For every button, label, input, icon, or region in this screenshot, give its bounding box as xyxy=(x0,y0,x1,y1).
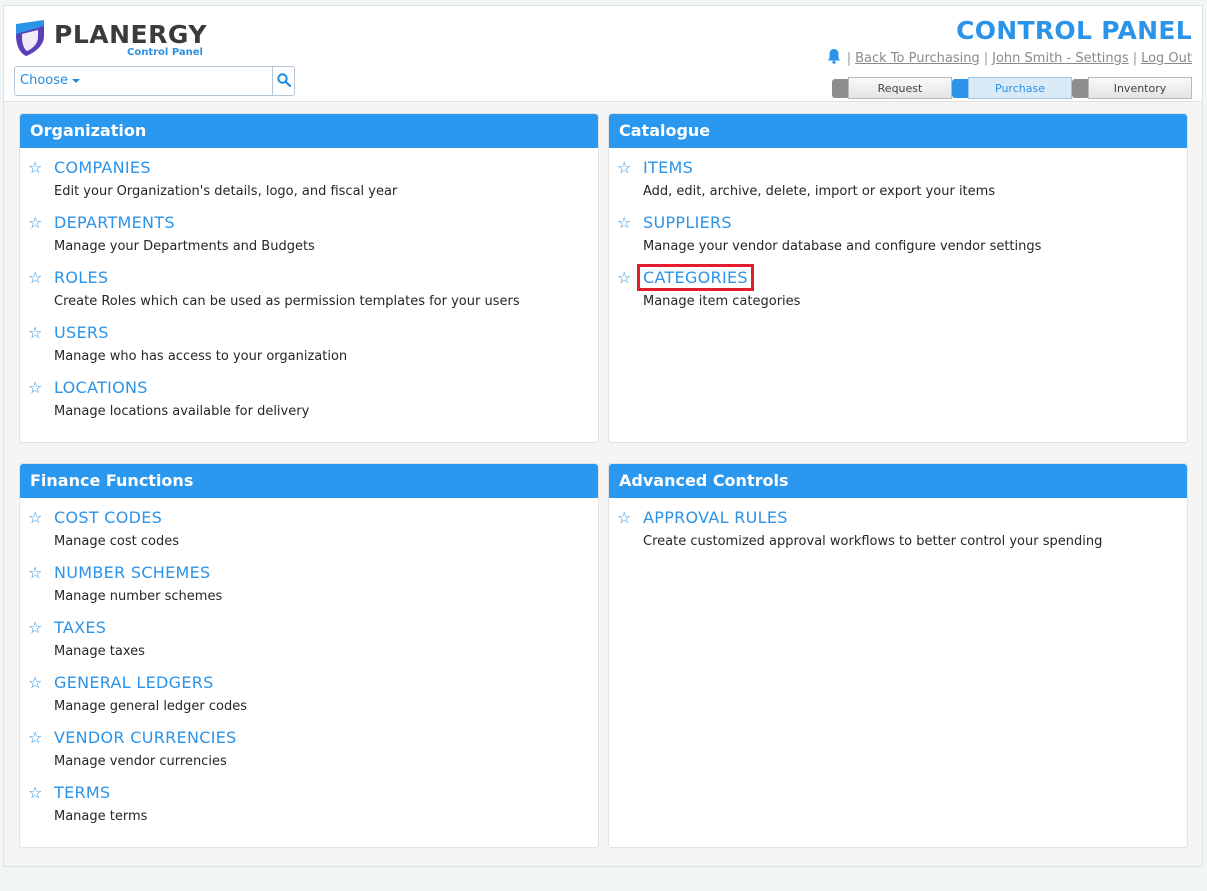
finance-panel: Finance Functions ☆ COST CODES Manage co… xyxy=(19,463,599,848)
item-description: Manage who has access to your organizati… xyxy=(54,349,348,364)
cost-codes-link[interactable]: COST CODES xyxy=(54,508,162,527)
panel-title: Finance Functions xyxy=(20,464,598,498)
list-item: ☆ TAXES Manage taxes xyxy=(20,618,598,673)
taxes-link[interactable]: TAXES xyxy=(54,618,106,637)
list-item: ☆ CATEGORIES Manage item categories xyxy=(609,264,1187,323)
item-description: Manage general ledger codes xyxy=(54,699,248,714)
panel-title: Catalogue xyxy=(609,114,1187,148)
vendor-currencies-link[interactable]: VENDOR CURRENCIES xyxy=(54,728,237,747)
organization-panel: Organization ☆ COMPANIES Edit your Organ… xyxy=(19,113,599,443)
list-item: ☆ GENERAL LEDGERS Manage general ledger … xyxy=(20,673,598,728)
list-item: ☆ SUPPLIERS Manage your vendor database … xyxy=(609,213,1187,268)
top-links: | Back To Purchasing | John Smith - Sett… xyxy=(827,48,1192,68)
shield-logo-icon xyxy=(16,20,44,56)
star-icon[interactable]: ☆ xyxy=(617,213,631,232)
list-item: ☆ ROLES Create Roles which can be used a… xyxy=(20,268,598,323)
item-description: Manage your Departments and Budgets xyxy=(54,239,315,254)
general-ledgers-link[interactable]: GENERAL LEDGERS xyxy=(54,673,214,692)
panel-title: Organization xyxy=(20,114,598,148)
brand-subtitle: Control Panel xyxy=(127,47,203,58)
users-link[interactable]: USERS xyxy=(54,323,109,342)
tab-handle xyxy=(1072,79,1088,98)
brand-name: PLANERGY xyxy=(54,20,207,49)
terms-link[interactable]: TERMS xyxy=(54,783,110,802)
star-icon[interactable]: ☆ xyxy=(28,323,42,342)
star-icon[interactable]: ☆ xyxy=(28,728,42,747)
list-item: ☆ NUMBER SCHEMES Manage number schemes xyxy=(20,563,598,618)
module-tabs: Request Purchase Inventory xyxy=(832,77,1192,99)
advanced-controls-panel: Advanced Controls ☆ APPROVAL RULES Creat… xyxy=(608,463,1188,848)
item-description: Create Roles which can be used as permis… xyxy=(54,294,520,309)
user-settings-link[interactable]: John Smith - Settings xyxy=(992,51,1129,66)
choose-dropdown[interactable]: Choose xyxy=(20,73,80,88)
categories-link[interactable]: CATEGORIES xyxy=(637,264,754,291)
star-icon[interactable]: ☆ xyxy=(28,158,42,177)
star-icon[interactable]: ☆ xyxy=(28,673,42,692)
tab-handle xyxy=(952,79,968,98)
catalogue-panel: Catalogue ☆ ITEMS Add, edit, archive, de… xyxy=(608,113,1188,443)
list-item: ☆ DEPARTMENTS Manage your Departments an… xyxy=(20,213,598,268)
tab-inventory[interactable]: Inventory xyxy=(1088,77,1192,99)
link-separator: | xyxy=(846,50,852,66)
items-link[interactable]: ITEMS xyxy=(643,158,693,177)
item-description: Manage terms xyxy=(54,809,148,824)
tab-handle xyxy=(832,79,848,98)
item-description: Manage your vendor database and configur… xyxy=(643,239,1042,254)
bell-icon[interactable] xyxy=(827,48,841,68)
star-icon[interactable]: ☆ xyxy=(617,158,631,177)
star-icon[interactable]: ☆ xyxy=(28,618,42,637)
search-chooser[interactable]: Choose xyxy=(14,66,295,96)
link-separator: | xyxy=(983,50,989,66)
star-icon[interactable]: ☆ xyxy=(28,213,42,232)
companies-link[interactable]: COMPANIES xyxy=(54,158,151,177)
item-description: Manage vendor currencies xyxy=(54,754,227,769)
suppliers-link[interactable]: SUPPLIERS xyxy=(643,213,732,232)
list-item: ☆ COMPANIES Edit your Organization's det… xyxy=(20,158,598,213)
roles-link[interactable]: ROLES xyxy=(54,268,108,287)
header: PLANERGY Control Panel Choose CONTROL PA… xyxy=(4,6,1202,102)
item-description: Manage cost codes xyxy=(54,534,179,549)
item-description: Manage item categories xyxy=(643,294,801,309)
star-icon[interactable]: ☆ xyxy=(28,268,42,287)
list-item: ☆ APPROVAL RULES Create customized appro… xyxy=(609,508,1187,563)
list-item: ☆ ITEMS Add, edit, archive, delete, impo… xyxy=(609,158,1187,213)
link-separator: | xyxy=(1132,50,1138,66)
search-button[interactable] xyxy=(272,67,294,95)
list-item: ☆ COST CODES Manage cost codes xyxy=(20,508,598,563)
star-icon[interactable]: ☆ xyxy=(617,268,631,287)
panel-title: Advanced Controls xyxy=(609,464,1187,498)
item-description: Create customized approval workflows to … xyxy=(643,534,1103,549)
item-description: Manage number schemes xyxy=(54,589,223,604)
item-description: Edit your Organization's details, logo, … xyxy=(54,184,398,199)
caret-down-icon xyxy=(72,78,80,83)
star-icon[interactable]: ☆ xyxy=(28,563,42,582)
star-icon[interactable]: ☆ xyxy=(28,378,42,397)
number-schemes-link[interactable]: NUMBER SCHEMES xyxy=(54,563,211,582)
departments-link[interactable]: DEPARTMENTS xyxy=(54,213,175,232)
page-title: CONTROL PANEL xyxy=(956,16,1192,45)
search-icon xyxy=(277,73,291,87)
item-description: Manage locations available for delivery xyxy=(54,404,310,419)
star-icon[interactable]: ☆ xyxy=(28,508,42,527)
choose-label: Choose xyxy=(20,73,68,88)
star-icon[interactable]: ☆ xyxy=(617,508,631,527)
list-item: ☆ USERS Manage who has access to your or… xyxy=(20,323,598,378)
app-frame: PLANERGY Control Panel Choose CONTROL PA… xyxy=(3,5,1203,867)
list-item: ☆ TERMS Manage terms xyxy=(20,783,598,838)
list-item: ☆ LOCATIONS Manage locations available f… xyxy=(20,378,598,433)
locations-link[interactable]: LOCATIONS xyxy=(54,378,148,397)
item-description: Manage taxes xyxy=(54,644,145,659)
tab-request[interactable]: Request xyxy=(848,77,952,99)
tab-purchase[interactable]: Purchase xyxy=(968,77,1072,99)
logout-link[interactable]: Log Out xyxy=(1141,51,1192,66)
approval-rules-link[interactable]: APPROVAL RULES xyxy=(643,508,788,527)
item-description: Add, edit, archive, delete, import or ex… xyxy=(643,184,996,199)
list-item: ☆ VENDOR CURRENCIES Manage vendor curren… xyxy=(20,728,598,783)
star-icon[interactable]: ☆ xyxy=(28,783,42,802)
back-to-purchasing-link[interactable]: Back To Purchasing xyxy=(855,51,980,66)
